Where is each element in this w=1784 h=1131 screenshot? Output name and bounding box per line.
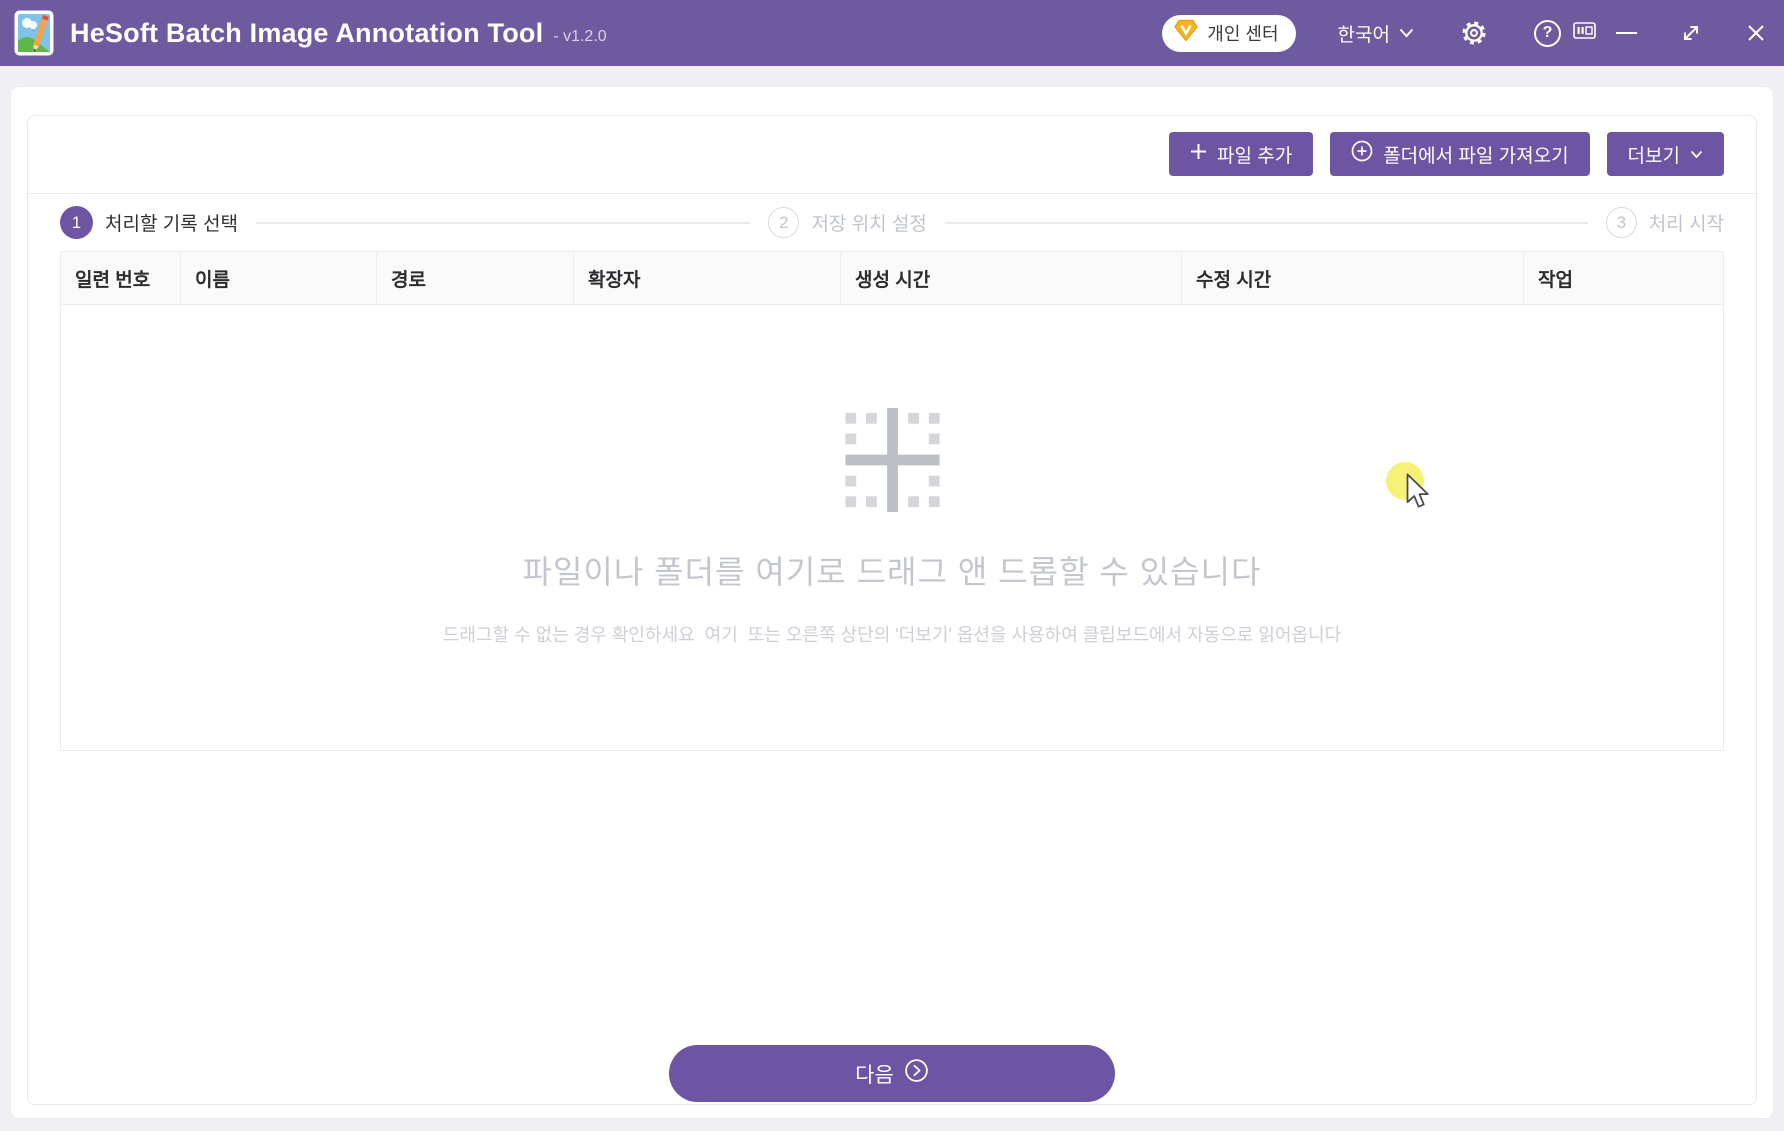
column-header-actions: 작업: [1524, 252, 1723, 304]
step-number: 2: [768, 207, 799, 238]
import-from-folder-label: 폴더에서 파일 가져오기: [1383, 141, 1568, 168]
mini-window-icon[interactable]: [1573, 22, 1596, 39]
table-header-row: 일련 번호 이름 경로 확장자 생성 시간 수정 시간 작업: [61, 252, 1723, 305]
file-toolbar: 파일 추가 폴더에서 파일 가져오기 더보기: [28, 116, 1756, 194]
column-header-created: 생성 시간: [841, 252, 1182, 304]
titlebar: HeSoft Batch Image Annotation Tool - v1.…: [0, 0, 1784, 66]
plus-icon: [1190, 143, 1207, 166]
vip-gem-icon: [1174, 19, 1198, 47]
column-header-serial: 일련 번호: [61, 252, 181, 304]
drop-zone[interactable]: 파일이나 폴더를 여기로 드래그 앤 드롭할 수 있습니다 드래그할 수 없는 …: [61, 305, 1723, 750]
app-logo-icon: [14, 9, 54, 57]
close-button[interactable]: [1746, 23, 1766, 43]
app-title: HeSoft Batch Image Annotation Tool: [70, 18, 543, 49]
drop-target-icon: [845, 408, 940, 517]
more-label: 더보기: [1628, 141, 1680, 168]
add-files-label: 파일 추가: [1217, 141, 1292, 168]
column-header-name: 이름: [181, 252, 377, 304]
step-connector: [945, 222, 1588, 224]
step-start-processing: 3 처리 시작: [1606, 207, 1724, 238]
step-label: 저장 위치 설정: [811, 209, 926, 236]
maximize-button[interactable]: [1680, 22, 1702, 44]
language-label: 한국어: [1338, 20, 1390, 47]
chevron-down-icon: [1399, 22, 1414, 44]
wizard-steps: 1 처리할 기록 선택 2 저장 위치 설정 3 처리 시작: [28, 194, 1756, 251]
chevron-down-icon: [1690, 143, 1703, 165]
minimize-button[interactable]: [1614, 18, 1638, 48]
language-selector[interactable]: 한국어: [1338, 20, 1414, 47]
wizard-panel: 파일 추가 폴더에서 파일 가져오기 더보기 1: [27, 115, 1757, 1105]
next-label: 다음: [855, 1059, 894, 1089]
column-header-modified: 수정 시간: [1182, 252, 1524, 304]
step-label: 처리할 기록 선택: [105, 209, 238, 236]
app-version: - v1.2.0: [553, 28, 606, 46]
step-connector: [256, 222, 751, 224]
personal-center-button[interactable]: 개인 센터: [1162, 15, 1295, 52]
add-files-button[interactable]: 파일 추가: [1169, 132, 1313, 176]
next-button[interactable]: 다음: [669, 1045, 1115, 1102]
step-label: 처리 시작: [1649, 209, 1724, 236]
settings-button[interactable]: [1460, 19, 1488, 47]
more-button[interactable]: 더보기: [1607, 132, 1724, 176]
column-header-path: 경로: [377, 252, 574, 304]
main-area: 파일 추가 폴더에서 파일 가져오기 더보기 1: [0, 66, 1784, 1131]
drop-zone-title: 파일이나 폴더를 여기로 드래그 앤 드롭할 수 있습니다: [523, 547, 1262, 593]
step-number: 1: [60, 206, 93, 239]
step-save-location: 2 저장 위치 설정: [768, 207, 926, 238]
drop-zone-hint: 드래그할 수 없는 경우 확인하세요 여기 또는 오른쪽 상단의 '더보기' 옵…: [443, 621, 1341, 647]
step-select-records: 1 처리할 기록 선택: [60, 206, 238, 239]
import-from-folder-button[interactable]: 폴더에서 파일 가져오기: [1330, 132, 1589, 176]
circle-arrow-right-icon: [904, 1058, 929, 1089]
personal-center-label: 개인 센터: [1207, 20, 1278, 46]
help-button[interactable]: ?: [1534, 20, 1561, 47]
circle-plus-icon: [1351, 140, 1373, 168]
column-header-extension: 확장자: [574, 252, 841, 304]
file-table: 일련 번호 이름 경로 확장자 생성 시간 수정 시간 작업: [60, 251, 1724, 751]
mouse-cursor: [1402, 473, 1432, 516]
content-card: 파일 추가 폴더에서 파일 가져오기 더보기 1: [10, 86, 1774, 1119]
step-number: 3: [1606, 207, 1637, 238]
